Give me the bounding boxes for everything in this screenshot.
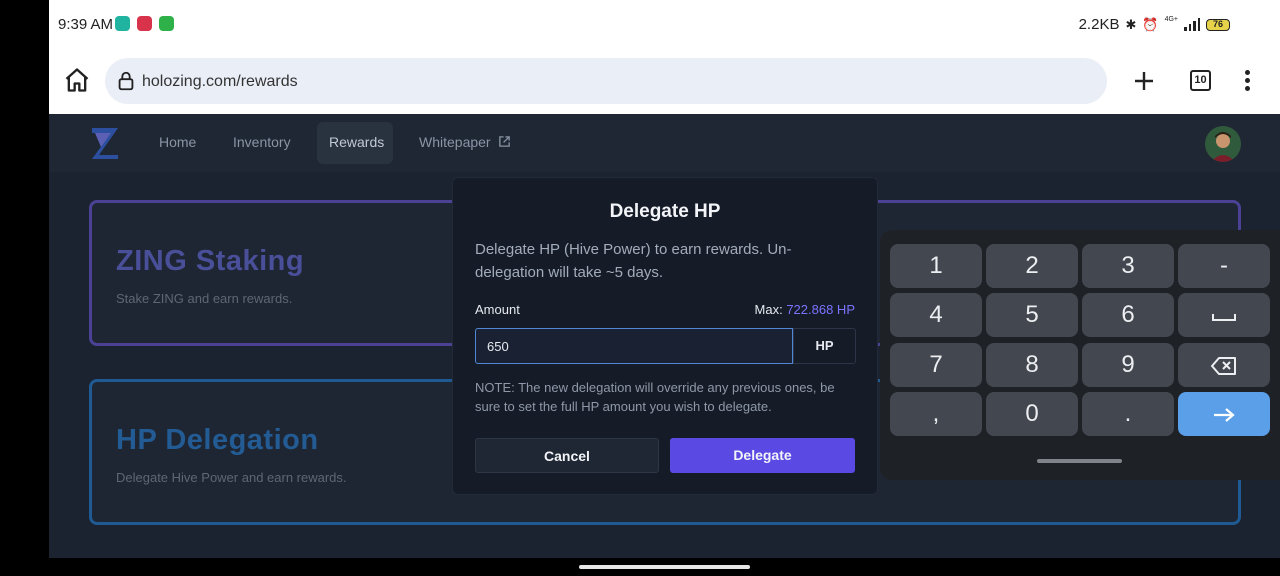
delegation-note: NOTE: The new delegation will override a…: [475, 380, 835, 414]
key-period[interactable]: .: [1082, 392, 1174, 436]
amount-input[interactable]: [475, 328, 793, 364]
card-subtitle: Delegate Hive Power and earn rewards.: [116, 470, 347, 485]
user-avatar[interactable]: [1205, 126, 1241, 162]
space-key[interactable]: [1178, 293, 1270, 337]
amount-label: Amount: [475, 302, 520, 317]
site-nav: Home Inventory Rewards Whitepaper: [49, 114, 1280, 172]
external-link-icon: [499, 136, 511, 147]
key-6[interactable]: 6: [1082, 293, 1174, 337]
key-1[interactable]: 1: [890, 244, 982, 288]
enter-key[interactable]: [1178, 392, 1270, 436]
card-title: ZING Staking: [116, 245, 305, 277]
status-time: 9:39 AM: [58, 16, 114, 33]
browser-toolbar: holozing.com/rewards 10: [49, 48, 1280, 114]
whatsapp-icon: [115, 16, 130, 31]
shield-icon: [159, 16, 174, 31]
key-7[interactable]: 7: [890, 343, 982, 387]
tab-switcher-button[interactable]: 10: [1190, 70, 1211, 91]
address-bar[interactable]: holozing.com/rewards: [105, 58, 1107, 104]
nav-inventory[interactable]: Inventory: [233, 134, 291, 150]
battery-icon: 76: [1206, 18, 1230, 31]
backspace-key[interactable]: [1178, 343, 1270, 387]
holozing-logo[interactable]: [89, 125, 121, 161]
nav-rewards[interactable]: Rewards: [329, 134, 384, 150]
gesture-home-indicator[interactable]: [579, 565, 750, 569]
space-icon: [1212, 313, 1236, 321]
mail-icon: [137, 16, 152, 31]
key-3[interactable]: 3: [1082, 244, 1174, 288]
signal-icon: [1184, 18, 1200, 31]
more-menu-icon[interactable]: [1243, 70, 1251, 92]
delegate-button[interactable]: Delegate: [670, 438, 855, 473]
lock-icon[interactable]: [115, 70, 137, 92]
card-subtitle: Stake ZING and earn rewards.: [116, 291, 293, 306]
screen: 9:39 AM 2.2KB ✱ ⏰ 4G+ 76 holozing.com/re…: [0, 0, 1280, 576]
backspace-icon: [1211, 356, 1236, 375]
data-speed: 2.2KB: [1078, 16, 1120, 33]
nav-home[interactable]: Home: [159, 134, 196, 150]
key-2[interactable]: 2: [986, 244, 1078, 288]
numeric-keyboard: 1 2 3 - 4 5 6 7 8 9 , 0 .: [880, 230, 1280, 480]
max-value[interactable]: 722.868 HP: [786, 302, 855, 317]
status-bar: 9:39 AM 2.2KB ✱ ⏰ 4G+ 76: [49, 0, 1280, 48]
modal-description: Delegate HP (Hive Power) to earn rewards…: [475, 241, 792, 281]
arrow-right-icon: [1214, 407, 1235, 422]
key-0[interactable]: 0: [986, 392, 1078, 436]
key-4[interactable]: 4: [890, 293, 982, 337]
url-text[interactable]: holozing.com/rewards: [142, 73, 298, 91]
alarm-icon: ⏰: [1142, 16, 1159, 32]
network-label: 4G+: [1164, 16, 1178, 23]
new-tab-icon[interactable]: [1132, 69, 1156, 93]
unit-label: HP: [793, 328, 856, 364]
status-indicators: 2.2KB ✱ ⏰ 4G+ 76: [1079, 16, 1230, 33]
nav-whitepaper-label: Whitepaper: [419, 134, 491, 150]
key-comma[interactable]: ,: [890, 392, 982, 436]
modal-title: Delegate HP: [609, 201, 721, 222]
avatar-image: [1205, 126, 1241, 162]
keyboard-handle[interactable]: [1037, 459, 1122, 463]
key-9[interactable]: 9: [1082, 343, 1174, 387]
key-minus[interactable]: -: [1178, 244, 1270, 288]
delegate-hp-modal: Delegate HP Delegate HP (Hive Power) to …: [452, 177, 878, 495]
max-label: Max:: [754, 302, 783, 317]
nav-whitepaper[interactable]: Whitepaper: [419, 134, 511, 150]
home-icon[interactable]: [63, 66, 91, 94]
max-amount[interactable]: Max: 722.868 HP: [755, 302, 855, 317]
bluetooth-icon: ✱: [1125, 16, 1137, 32]
key-8[interactable]: 8: [986, 343, 1078, 387]
left-black-bar: [0, 0, 49, 576]
key-5[interactable]: 5: [986, 293, 1078, 337]
cancel-button[interactable]: Cancel: [475, 438, 659, 473]
card-title: HP Delegation: [116, 424, 319, 456]
